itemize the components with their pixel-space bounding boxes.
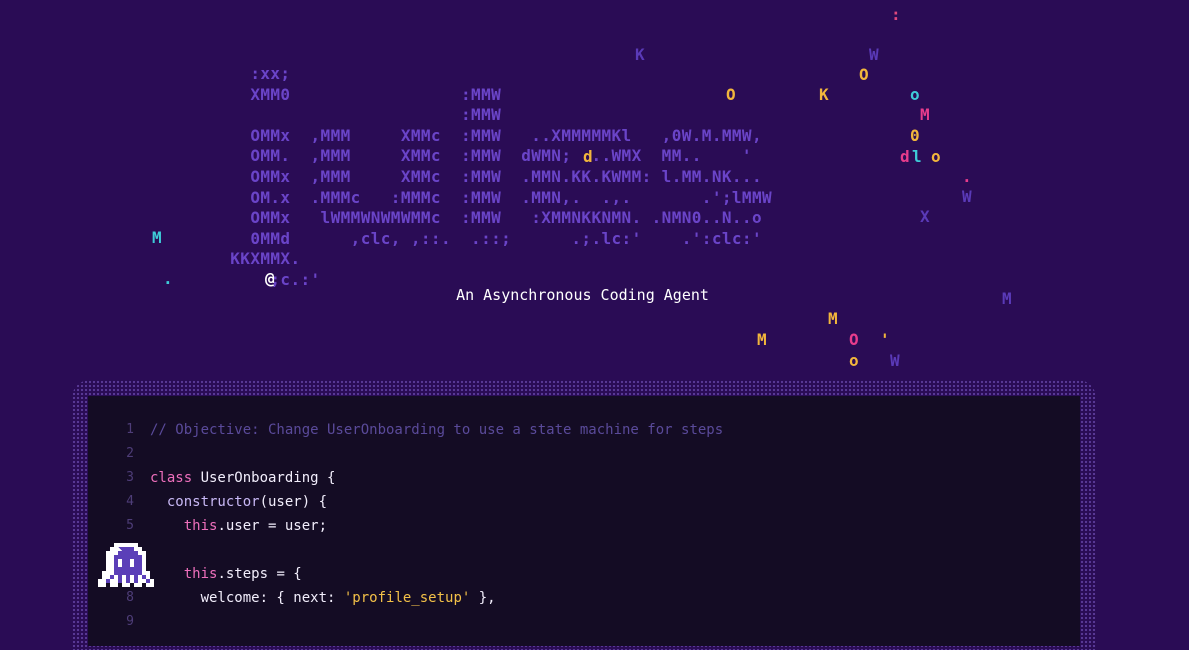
line-number: 9 bbox=[126, 614, 134, 629]
code-text: this.steps = { bbox=[150, 566, 302, 582]
code-text: welcome: { next: 'profile_setup' }, bbox=[150, 590, 496, 606]
code-editor: 1 // Objective: Change UserOnboarding to … bbox=[88, 396, 1080, 646]
sparkle-char: K bbox=[819, 85, 829, 104]
sparkle-char: O bbox=[859, 65, 869, 84]
line-number: 3 bbox=[126, 470, 134, 485]
code-text: constructor(user) { bbox=[150, 494, 328, 510]
sparkle-char: K bbox=[635, 45, 645, 64]
sparkle-char: l bbox=[912, 147, 922, 166]
code-line: 6 bbox=[88, 538, 1080, 562]
sparkle-char: ' bbox=[880, 330, 890, 349]
sparkle-char: . bbox=[962, 167, 972, 186]
sparkle-char: o bbox=[849, 351, 859, 370]
sparkle-char: 0 bbox=[910, 126, 920, 145]
code-text: // Objective: Change UserOnboarding to u… bbox=[150, 422, 724, 438]
code-line: 5 this.user = user; bbox=[88, 514, 1080, 538]
sparkle-char: M bbox=[828, 309, 838, 328]
line-number: 4 bbox=[126, 494, 134, 509]
sparkle-char: M bbox=[757, 330, 767, 349]
code-line: 7 this.steps = { bbox=[88, 562, 1080, 586]
sparkle-char: W bbox=[890, 351, 900, 370]
sparkle-char: M bbox=[152, 228, 162, 247]
sparkle-char: o bbox=[931, 147, 941, 166]
code-line: 2 bbox=[88, 442, 1080, 466]
sparkle-char: O bbox=[849, 330, 859, 349]
sparkle-char: X bbox=[920, 207, 930, 226]
code-line: 4 constructor(user) { bbox=[88, 490, 1080, 514]
sparkle-char: : bbox=[891, 5, 901, 24]
sparkle-char: O bbox=[726, 85, 736, 104]
code-line: 1 // Objective: Change UserOnboarding to … bbox=[88, 418, 1080, 442]
sparkle-char: o bbox=[910, 85, 920, 104]
code-line: 3 class UserOnboarding { bbox=[88, 466, 1080, 490]
line-number: 5 bbox=[126, 518, 134, 533]
sparkle-char: W bbox=[869, 45, 879, 64]
code-line: 9 bbox=[88, 610, 1080, 634]
ascii-logo: :xx; XMM0 :MMW :MMW OMMx ,MMM XMMc :MMW … bbox=[230, 64, 773, 289]
sparkle-char: M bbox=[920, 105, 930, 124]
tagline: An Asynchronous Coding Agent bbox=[456, 286, 709, 304]
line-number: 2 bbox=[126, 446, 134, 461]
code-text: class UserOnboarding { bbox=[150, 470, 336, 486]
sparkle-char: d bbox=[900, 147, 910, 166]
octopus-mascot-icon bbox=[98, 543, 154, 587]
line-number: 1 bbox=[126, 422, 134, 437]
code-text: this.user = user; bbox=[150, 518, 328, 534]
code-line: 8 welcome: { next: 'profile_setup' }, bbox=[88, 586, 1080, 610]
sparkle-char: W bbox=[962, 187, 972, 206]
sparkle-char: d bbox=[583, 147, 593, 166]
